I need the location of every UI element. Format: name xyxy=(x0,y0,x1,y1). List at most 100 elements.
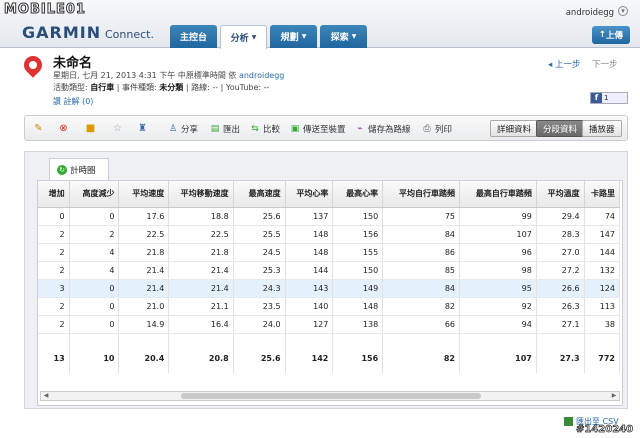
comments-link[interactable]: 註解 (0) xyxy=(64,97,94,106)
next-link[interactable]: 下一步 xyxy=(592,58,618,70)
owner-link[interactable]: androidegg xyxy=(239,71,284,80)
table-cell: 66 xyxy=(382,315,460,334)
nav-tab-explore[interactable]: 探索 ▼ xyxy=(320,25,367,48)
nav-tab-analyze[interactable]: 分析 ▼ xyxy=(220,25,267,49)
send-to-device-icon: ▣ xyxy=(290,124,300,134)
column-header[interactable]: 平均自行車踏頻 xyxy=(382,181,460,208)
upload-arrow-icon: ↑ xyxy=(598,30,607,40)
table-cell: 0 xyxy=(69,315,120,334)
view-player-button[interactable]: 播放器 xyxy=(582,120,622,137)
like-link[interactable]: 讚 xyxy=(53,97,61,106)
event-type-value[interactable]: 未分類 xyxy=(159,83,183,92)
table-cell: 14.9 xyxy=(118,315,170,334)
cycling-activity-pin-icon xyxy=(20,52,46,78)
user-menu-caret-icon[interactable]: ▾ xyxy=(618,6,628,16)
print-button[interactable]: ⎙ 列印 xyxy=(422,123,452,135)
share-button[interactable]: ♙ 分享 xyxy=(168,123,198,135)
nav-tab-plan[interactable]: 規劃 ▼ xyxy=(270,25,317,48)
table-cell: 156 xyxy=(332,225,384,244)
table-cell xyxy=(536,333,585,343)
total-cell: 142 xyxy=(285,343,334,373)
nav-tab-dashboard[interactable]: 主控台 xyxy=(170,25,217,48)
view-details-button[interactable]: 詳細資料 xyxy=(490,120,539,137)
table-row[interactable]: 2 4 21.8 21.8 24.5 148 155 86 96 27.0 144 xyxy=(38,243,621,262)
activity-title[interactable]: 未命名 xyxy=(53,52,92,71)
table-cell: 150 xyxy=(332,207,384,226)
table-cell: 28.3 xyxy=(536,225,585,244)
table-cell: 2 xyxy=(38,261,70,280)
table-cell xyxy=(584,333,621,343)
table-cell xyxy=(382,333,460,343)
save-as-course-button[interactable]: ⌁ 儲存為路線 xyxy=(355,123,410,135)
table-cell: 85 xyxy=(382,261,460,280)
table-cell: 138 xyxy=(332,315,384,334)
table-cell: 132 xyxy=(584,261,621,280)
edit-pencil-icon[interactable]: ✎ xyxy=(33,123,44,134)
activity-type-line: 活動類型: 自行車 | 事件種類: 未分類 | 路線: -- | YouTube… xyxy=(53,83,270,92)
table-cell: 0 xyxy=(69,279,120,298)
chevron-down-icon: ▼ xyxy=(351,33,357,40)
tab-laps[interactable]: ↻ 計時圈 xyxy=(49,158,109,180)
total-cell: 25.6 xyxy=(233,343,286,373)
total-cell: 10 xyxy=(69,343,120,373)
column-header[interactable]: 平均溫度 xyxy=(536,181,585,208)
scroll-right-icon[interactable]: ▶ xyxy=(609,392,619,400)
favorite-star-icon[interactable]: ☆ xyxy=(112,123,123,134)
table-cell: 96 xyxy=(459,243,537,262)
table-cell: 2 xyxy=(38,315,70,334)
garmin-logo[interactable]: GARMIN xyxy=(22,23,101,42)
bookmark-icon[interactable]: ♜ xyxy=(137,123,148,134)
table-cell: 144 xyxy=(285,261,334,280)
table-row[interactable]: 3 0 21.4 21.4 24.3 143 149 84 95 26.6 124 xyxy=(38,279,621,298)
column-header[interactable]: 高度減少 xyxy=(69,181,120,208)
table-cell: 27.2 xyxy=(536,261,585,280)
table-cell: 18.8 xyxy=(168,207,234,226)
table-row[interactable]: 2 0 14.9 16.4 24.0 127 138 66 94 27.1 38 xyxy=(38,315,621,334)
laps-table-container: 增加 高度減少 平均速度 平均移動速度 最高速度 平均心率 最高心率 平均自行車… xyxy=(37,180,623,406)
table-row[interactable]: 2 0 21.0 21.1 23.5 140 148 82 92 26.3 113 xyxy=(38,297,621,316)
previous-link[interactable]: ◂ 上一步 xyxy=(548,58,580,70)
table-row[interactable]: 0 0 17.6 18.8 25.6 137 150 75 99 29.4 74 xyxy=(38,207,621,226)
privacy-lock-icon[interactable]: ■ xyxy=(85,123,96,134)
column-header[interactable]: 最高自行車踏頻 xyxy=(459,181,537,208)
total-cell: 107 xyxy=(459,343,537,373)
column-header[interactable]: 平均速度 xyxy=(118,181,170,208)
view-splits-button[interactable]: 分段資料 xyxy=(536,120,585,137)
table-cell: 21.1 xyxy=(168,297,234,316)
column-header[interactable]: 卡路里 xyxy=(584,181,621,208)
table-cell: 24.5 xyxy=(233,243,286,262)
column-header[interactable]: 增加 xyxy=(38,181,70,208)
table-row[interactable]: 2 2 22.5 22.5 25.5 148 156 84 107 28.3 147 xyxy=(38,225,621,244)
table-cell: 16.4 xyxy=(168,315,234,334)
scrollbar-thumb[interactable] xyxy=(181,393,481,399)
horizontal-scrollbar[interactable]: ◀ ▶ xyxy=(40,391,620,401)
send-to-device-button[interactable]: ▣ 傳送至裝置 xyxy=(290,123,346,135)
table-cell: 92 xyxy=(459,297,537,316)
column-header[interactable]: 平均移動速度 xyxy=(168,181,234,208)
totals-row: 13 10 20.4 20.8 25.6 142 156 82 107 27.3 772 xyxy=(38,343,621,373)
table-cell: 94 xyxy=(459,315,537,334)
table-cell xyxy=(118,333,170,343)
user-menu[interactable]: androidegg xyxy=(566,8,614,18)
table-cell xyxy=(69,333,120,343)
table-cell xyxy=(332,333,384,343)
compare-button[interactable]: ⇆ 比較 xyxy=(250,123,280,135)
upload-button[interactable]: ↑ 上傳 xyxy=(592,26,630,44)
column-header[interactable]: 平均心率 xyxy=(285,181,334,208)
facebook-share-button[interactable]: f 1 xyxy=(590,92,628,104)
refresh-icon: ↻ xyxy=(57,164,67,175)
table-cell xyxy=(168,333,234,343)
table-cell: 38 xyxy=(584,315,621,334)
delete-icon[interactable]: ⊗ xyxy=(58,123,69,134)
activity-type-value[interactable]: 自行車 xyxy=(90,83,114,92)
export-button[interactable]: ▤ 匯出 xyxy=(210,123,240,135)
laps-table: 增加 高度減少 平均速度 平均移動速度 最高速度 平均心率 最高心率 平均自行車… xyxy=(38,181,621,373)
chevron-down-icon: ▼ xyxy=(251,34,257,41)
table-cell: 22.5 xyxy=(168,225,234,244)
scroll-left-icon[interactable]: ◀ xyxy=(41,392,51,400)
social-line: 讚 註解 (0) xyxy=(53,96,93,107)
column-header[interactable]: 最高心率 xyxy=(332,181,384,208)
table-row[interactable]: 2 4 21.4 21.4 25.3 144 150 85 98 27.2 132 xyxy=(38,261,621,280)
table-spacer-row xyxy=(38,333,621,343)
column-header[interactable]: 最高速度 xyxy=(233,181,286,208)
